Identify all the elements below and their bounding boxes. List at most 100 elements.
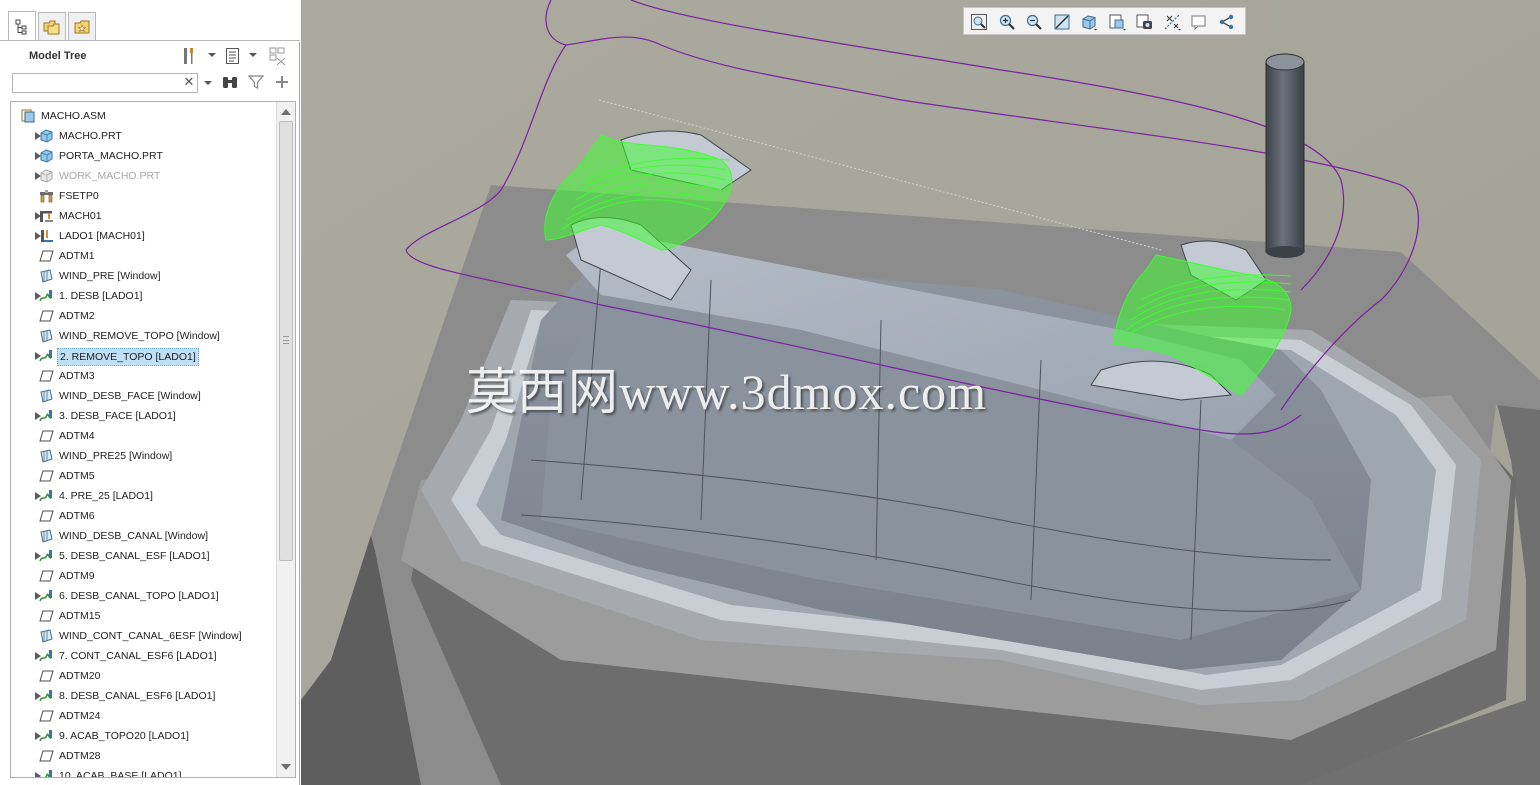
tree-item[interactable]: MACHO.ASM [11, 106, 275, 126]
tree-item[interactable]: ADTM24 [11, 706, 275, 726]
tree-item[interactable]: ADTM3 [11, 366, 275, 386]
view-manager-icon[interactable] [1133, 11, 1155, 32]
tree-item-label: ADTM20 [59, 670, 101, 682]
show-dropdown-arrow[interactable] [249, 53, 257, 57]
tree-item[interactable]: WIND_CONT_CANAL_6ESF [Window] [11, 626, 275, 646]
tree-item-label: PORTA_MACHO.PRT [59, 150, 163, 162]
tree-item-label: WIND_PRE [Window] [59, 270, 161, 282]
toolpath-icon [39, 729, 54, 743]
tree-item-label: 9. ACAB_TOPO20 [LADO1] [59, 730, 189, 742]
tree-item[interactable]: 2. REMOVE_TOPO [LADO1] [11, 346, 275, 366]
scroll-up-arrow[interactable] [281, 109, 291, 115]
tree-item[interactable]: MACHO.PRT [11, 126, 275, 146]
tree-filter-columns-icon[interactable] [268, 46, 288, 66]
tree-item-label: 8. DESB_CANAL_ESF6 [LADO1] [59, 690, 216, 702]
tree-item[interactable]: ADTM15 [11, 606, 275, 626]
display-style-icon[interactable] [1078, 11, 1100, 32]
model-tree-icon [15, 19, 27, 34]
graphics-viewport[interactable]: 莫西网www.3dmox.com [301, 0, 1540, 785]
datum-plane-icon [39, 249, 54, 263]
favorites-tab[interactable] [68, 12, 96, 40]
clear-search-icon[interactable]: ✕ [182, 75, 196, 89]
tree-item-label: WIND_DESB_FACE [Window] [59, 390, 201, 402]
scroll-thumb[interactable] [279, 121, 293, 561]
toolpath-icon [39, 289, 54, 303]
tree-item[interactable]: 9. ACAB_TOPO20 [LADO1] [11, 726, 275, 746]
filter-icon[interactable] [246, 72, 266, 92]
tree-item-label: ADTM24 [59, 710, 101, 722]
tree-item-label: ADTM1 [59, 250, 95, 262]
tree-item[interactable]: WIND_REMOVE_TOPO [Window] [11, 326, 275, 346]
repaint-icon[interactable] [1051, 11, 1073, 32]
tree-item[interactable]: 4. PRE_25 [LADO1] [11, 486, 275, 506]
navigator-tabs [0, 0, 300, 42]
tree-scrollbar[interactable] [276, 102, 295, 777]
tree-item[interactable]: PORTA_MACHO.PRT [11, 146, 275, 166]
annotation-display-icon[interactable] [1188, 11, 1210, 32]
window-icon [39, 389, 54, 403]
show-list-icon[interactable] [223, 46, 243, 66]
search-dropdown-arrow[interactable] [204, 81, 212, 85]
workpiece-icon [39, 169, 54, 183]
tree-item[interactable]: ADTM28 [11, 746, 275, 766]
toolpath-icon [39, 409, 54, 423]
tree-item[interactable]: ADTM9 [11, 566, 275, 586]
window-icon [39, 629, 54, 643]
tree-item-label: MACH01 [59, 210, 102, 222]
tree-item[interactable]: 6. DESB_CANAL_TOPO [LADO1] [11, 586, 275, 606]
find-binoculars-icon[interactable] [220, 72, 240, 92]
datum-plane-icon [39, 749, 54, 763]
tree-item-label: ADTM6 [59, 510, 95, 522]
datum-plane-icon [39, 429, 54, 443]
refit-icon[interactable] [968, 11, 990, 32]
model-tree-tab[interactable] [8, 11, 36, 41]
add-plus-icon[interactable] [272, 72, 292, 92]
window-icon [39, 529, 54, 543]
cutter-tool [1265, 53, 1305, 258]
datum-display-icon[interactable] [1161, 11, 1183, 32]
tree-item[interactable]: 5. DESB_CANAL_ESF [LADO1] [11, 546, 275, 566]
tree-item-label: ADTM3 [59, 370, 95, 382]
tree-item[interactable]: ADTM5 [11, 466, 275, 486]
datum-plane-icon [39, 709, 54, 723]
scroll-grip-icon [283, 336, 289, 344]
tree-item[interactable]: ADTM1 [11, 246, 275, 266]
tree-item[interactable]: 8. DESB_CANAL_ESF6 [LADO1] [11, 686, 275, 706]
tree-item[interactable]: WIND_DESB_CANAL [Window] [11, 526, 275, 546]
toolpath-icon [39, 689, 54, 703]
settings-dropdown-arrow[interactable] [208, 53, 216, 57]
tree-item[interactable]: MACH01 [11, 206, 275, 226]
scroll-down-arrow[interactable] [281, 764, 291, 770]
toolpath-icon [39, 649, 54, 663]
tree-item-label: 7. CONT_CANAL_ESF6 [LADO1] [59, 650, 217, 662]
zoom-in-icon[interactable] [996, 11, 1018, 32]
tree-item-label: MACHO.PRT [59, 130, 122, 142]
settings-tools-icon[interactable] [180, 46, 200, 66]
tree-item[interactable]: 3. DESB_FACE [LADO1] [11, 406, 275, 426]
tree-item[interactable]: WIND_DESB_FACE [Window] [11, 386, 275, 406]
folder-browser-tab[interactable] [38, 12, 66, 40]
tree-item[interactable]: 1. DESB [LADO1] [11, 286, 275, 306]
tree-item[interactable]: ADTM6 [11, 506, 275, 526]
tree-item[interactable]: FSETP0 [11, 186, 275, 206]
tree-item[interactable]: 10. ACAB_BASE [LADO1] [11, 766, 275, 777]
datum-plane-icon [39, 369, 54, 383]
zoom-out-icon[interactable] [1023, 11, 1045, 32]
tree-item[interactable]: WIND_PRE [Window] [11, 266, 275, 286]
tree-item[interactable]: WORK_MACHO.PRT [11, 166, 275, 186]
tree-item[interactable]: ADTM2 [11, 306, 275, 326]
tree-search-input[interactable] [12, 73, 198, 93]
window-icon [39, 269, 54, 283]
tree-item-label: 1. DESB [LADO1] [59, 290, 143, 302]
datum-plane-icon [39, 309, 54, 323]
tree-item[interactable]: ADTM20 [11, 666, 275, 686]
tree-item[interactable]: LADO1 [MACH01] [11, 226, 275, 246]
tree-item[interactable]: 7. CONT_CANAL_ESF6 [LADO1] [11, 646, 275, 666]
tree-item[interactable]: WIND_PRE25 [Window] [11, 446, 275, 466]
spin-center-icon[interactable] [1216, 11, 1238, 32]
saved-views-icon[interactable] [1106, 11, 1128, 32]
tree-item[interactable]: ADTM4 [11, 426, 275, 446]
watermark-text: 莫西网www.3dmox.com [466, 364, 988, 420]
datum-plane-icon [39, 609, 54, 623]
tree-item-label: ADTM28 [59, 750, 101, 762]
